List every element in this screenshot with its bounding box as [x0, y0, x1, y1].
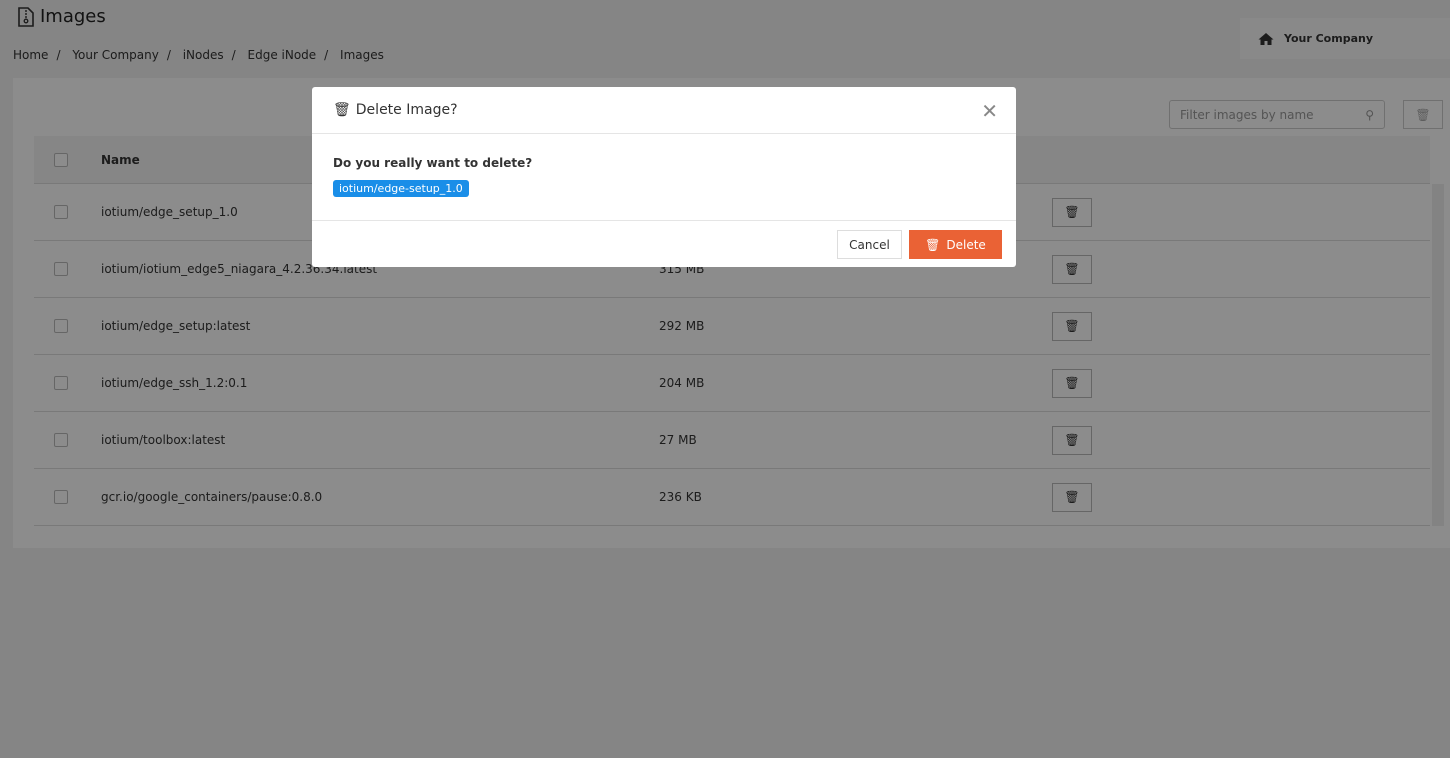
dialog-header: 🗑 Delete Image? — [312, 87, 1016, 134]
image-tag: iotium/edge-setup_1.0 — [333, 180, 469, 197]
trash-icon: 🗑 — [333, 102, 351, 118]
confirm-question: Do you really want to delete? — [333, 156, 533, 170]
delete-label: Delete — [946, 237, 986, 252]
delete-image-dialog: 🗑 Delete Image? ✕ Do you really want to … — [312, 87, 1016, 267]
dialog-body: Do you really want to delete? iotium/edg… — [312, 134, 1016, 221]
close-icon[interactable]: ✕ — [981, 99, 998, 123]
dialog-title: Delete Image? — [355, 102, 458, 118]
trash-icon: 🗑 — [925, 237, 941, 252]
delete-button[interactable]: 🗑 Delete — [909, 230, 1002, 259]
cancel-button[interactable]: Cancel — [837, 230, 902, 259]
